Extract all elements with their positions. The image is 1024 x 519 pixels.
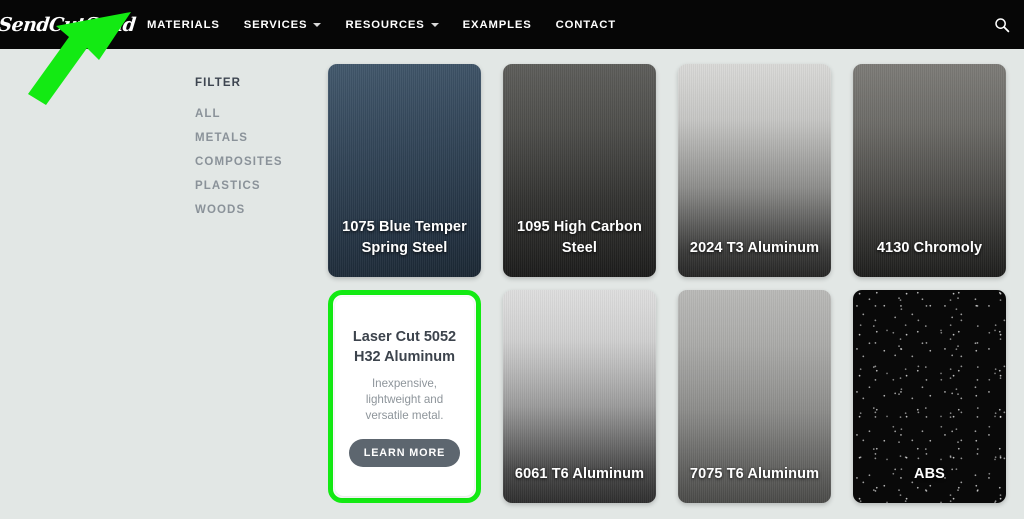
nav-item-services[interactable]: SERVICES	[244, 19, 322, 31]
filter-item-metals[interactable]: METALS	[195, 132, 315, 144]
nav-item-label: MATERIALS	[147, 18, 220, 31]
material-card[interactable]: 7075 T6 Aluminum	[678, 290, 831, 503]
filter-item-composites[interactable]: COMPOSITES	[195, 156, 315, 168]
search-icon[interactable]	[990, 13, 1014, 37]
filter-sidebar: FILTER ALL METALS COMPOSITES PLASTICS WOODS	[195, 77, 315, 228]
material-card-title: 7075 T6 Aluminum	[689, 466, 820, 482]
material-card[interactable]: 1095 High Carbon Steel	[503, 64, 656, 277]
material-card[interactable]: 4130 Chromoly	[853, 64, 1006, 277]
material-card[interactable]: ABS	[853, 290, 1006, 503]
material-card-grid: 1075 Blue Temper Spring Steel 1095 High C…	[328, 64, 1010, 503]
material-card-selected[interactable]: Laser Cut 5052 H32 Aluminum Inexpensive, …	[328, 290, 481, 503]
nav-item-label: SERVICES	[243, 18, 308, 31]
material-card-description: Inexpensive, lightweight and versatile m…	[365, 376, 444, 422]
nav-item-label: EXAMPLES	[462, 18, 532, 31]
filter-item-all[interactable]: ALL	[195, 108, 315, 120]
site-logo[interactable]: SendCutSend	[0, 12, 137, 38]
filter-item-woods[interactable]: WOODS	[195, 204, 315, 216]
nav-item-contact[interactable]: CONTACT	[556, 19, 616, 31]
chevron-down-icon	[313, 22, 322, 27]
material-card-title: ABS	[914, 466, 945, 482]
nav-item-examples[interactable]: EXAMPLES	[463, 19, 532, 31]
filter-item-list: ALL METALS COMPOSITES PLASTICS WOODS	[195, 108, 315, 216]
material-card-title: 2024 T3 Aluminum	[689, 240, 820, 256]
material-card-title: 6061 T6 Aluminum	[514, 466, 645, 482]
main-nav-links: MATERIALS SERVICES RESOURCES EXAMPLES CONTAC…	[147, 19, 640, 31]
chevron-down-icon	[430, 22, 439, 27]
top-navigation-bar: SendCutSend MATERIALS SERVICES RESOURCES EX…	[0, 0, 1024, 49]
material-card-title: 1095 High Carbon Steel	[517, 219, 642, 256]
nav-item-label: RESOURCES	[345, 18, 425, 31]
filter-heading: FILTER	[195, 77, 241, 89]
nav-item-materials[interactable]: MATERIALS	[147, 19, 220, 31]
material-card[interactable]: 1075 Blue Temper Spring Steel	[328, 64, 481, 277]
material-card-title: 1075 Blue Temper Spring Steel	[342, 219, 467, 256]
nav-item-resources[interactable]: RESOURCES	[345, 18, 439, 31]
material-card-body: Laser Cut 5052 H32 Aluminum Inexpensive, …	[335, 297, 474, 496]
learn-more-button[interactable]: LEARN MORE	[348, 438, 461, 467]
material-card-title: 4130 Chromoly	[876, 240, 983, 256]
material-card[interactable]: 2024 T3 Aluminum	[678, 64, 831, 277]
filter-item-plastics[interactable]: PLASTICS	[195, 180, 315, 192]
material-card-title: Laser Cut 5052 H32 Aluminum	[352, 328, 457, 365]
material-card[interactable]: 6061 T6 Aluminum	[503, 290, 656, 503]
nav-item-label: CONTACT	[555, 18, 616, 31]
